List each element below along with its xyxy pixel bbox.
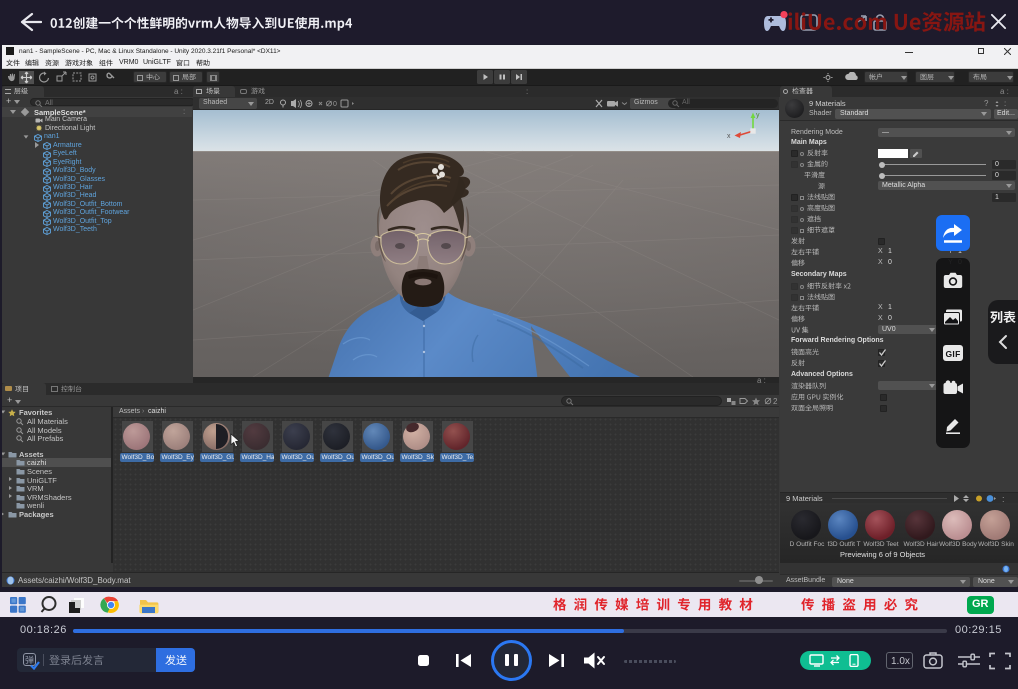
svg-text::: : bbox=[1002, 494, 1005, 503]
svg-text:0: 0 bbox=[333, 101, 337, 108]
svg-text:2: 2 bbox=[773, 397, 778, 406]
svg-text:x: x bbox=[727, 133, 731, 140]
svg-text:y: y bbox=[756, 112, 760, 119]
